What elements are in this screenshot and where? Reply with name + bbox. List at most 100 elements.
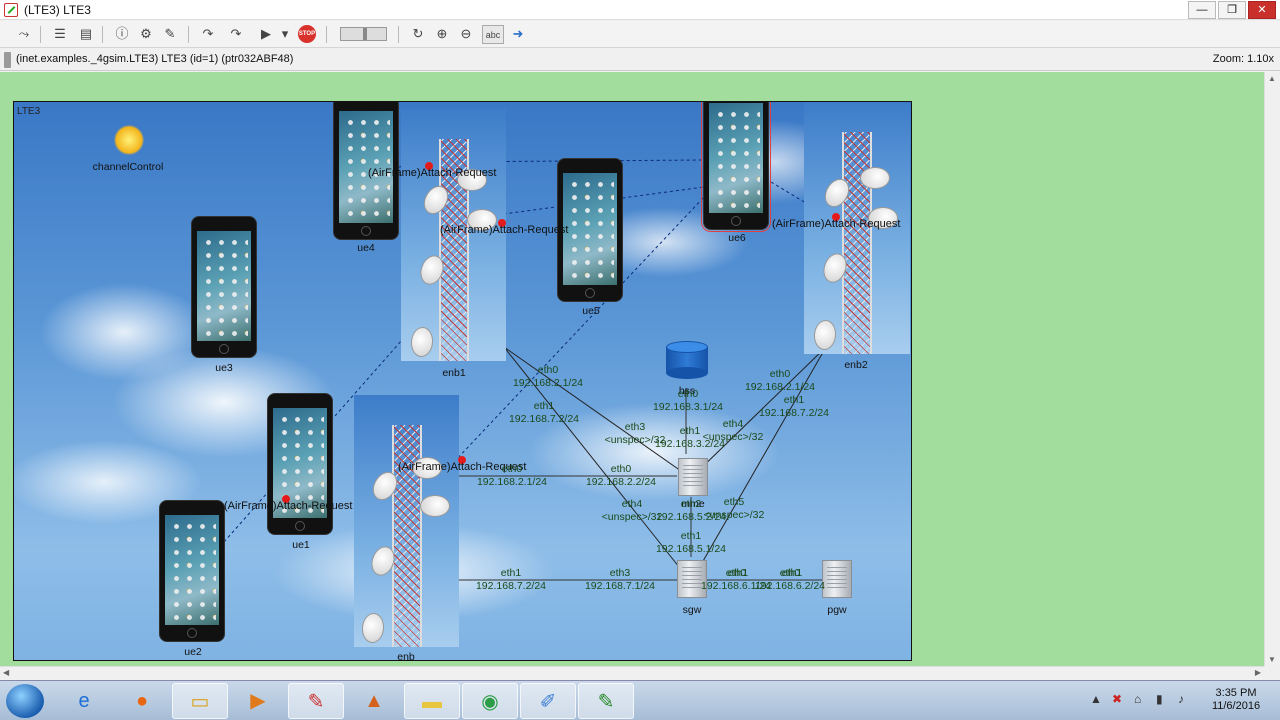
vertical-scrollbar[interactable]: ▲ ▼ bbox=[1264, 72, 1280, 666]
sgw-node[interactable] bbox=[677, 560, 707, 598]
network-module: LTE3 channelControl enb1 enb2 enb ue4 ue… bbox=[13, 101, 912, 661]
link-label: eth0 bbox=[769, 368, 791, 380]
link-label: eth1 bbox=[781, 567, 803, 579]
media-icon[interactable]: ▶ bbox=[230, 683, 286, 719]
window-title: (LTE3) LTE3 bbox=[24, 3, 91, 17]
ue6-label: ue6 bbox=[728, 232, 746, 244]
network-canvas[interactable]: LTE3 channelControl enb1 enb2 enb ue4 ue… bbox=[0, 72, 1264, 666]
link-label: eth4 bbox=[621, 498, 643, 510]
link-label: 192.168.3.1/24 bbox=[652, 401, 724, 413]
signal-icon[interactable]: ▮ bbox=[1156, 692, 1163, 706]
airframe-label: (AirFrame)Attach-Request bbox=[440, 224, 569, 236]
ue4-label: ue4 bbox=[357, 242, 375, 254]
airframe-label: (AirFrame)Attach-Request bbox=[368, 167, 497, 179]
ue1-node[interactable] bbox=[267, 393, 333, 535]
link-label: 192.168.2.2/24 bbox=[585, 476, 657, 488]
ue6-node[interactable] bbox=[701, 102, 771, 232]
speed-slider[interactable] bbox=[340, 27, 387, 41]
chrome-icon[interactable]: ◉ bbox=[462, 683, 518, 719]
paint-icon[interactable]: ✐ bbox=[520, 683, 576, 719]
start-button[interactable] bbox=[6, 684, 44, 718]
link-label: 192.168.2.1/24 bbox=[744, 381, 816, 393]
link-label: eth0 bbox=[537, 364, 559, 376]
clock-time: 3:35 PM bbox=[1215, 687, 1257, 699]
tkenv-icon[interactable]: ✎ bbox=[578, 683, 634, 719]
pgw-label: pgw bbox=[827, 604, 847, 616]
ue1-label: ue1 bbox=[292, 539, 310, 551]
label-toggle-icon[interactable]: abc bbox=[482, 25, 504, 44]
channelcontrol-label: channelControl bbox=[92, 161, 164, 173]
ie-icon[interactable]: e bbox=[56, 683, 112, 719]
settings-icon[interactable]: ⚙ bbox=[136, 25, 156, 44]
network-icon[interactable]: ⌂ bbox=[1134, 692, 1141, 706]
link-label: 192.168.2.1/24 bbox=[476, 476, 548, 488]
link-label: <unspec>/32 bbox=[703, 509, 765, 521]
close-button[interactable]: ✕ bbox=[1248, 1, 1276, 19]
link-label: eth5 bbox=[723, 496, 745, 508]
link-label: eth4 bbox=[722, 418, 744, 430]
link-label: eth1 bbox=[500, 567, 522, 579]
mme-node[interactable] bbox=[678, 458, 708, 496]
link-label: <unspec>/32 bbox=[601, 511, 663, 523]
module-path: (inet.examples._4gsim.LTE3) LTE3 (id=1) … bbox=[16, 53, 294, 65]
step-icon[interactable]: ↷ bbox=[198, 25, 218, 44]
stop-icon[interactable]: STOP bbox=[298, 25, 316, 43]
sgw-label: sgw bbox=[682, 604, 702, 616]
hss-node[interactable] bbox=[666, 341, 708, 379]
airframe-label: (AirFrame)Attach-Request bbox=[224, 500, 353, 512]
link-label: eth1 bbox=[533, 400, 555, 412]
link-label: 192.168.7.2/24 bbox=[758, 407, 830, 419]
minimize-button[interactable]: — bbox=[1188, 1, 1216, 19]
link-label: eth3 bbox=[609, 567, 631, 579]
list-icon[interactable]: ☰ bbox=[50, 25, 70, 44]
app-icon bbox=[4, 3, 18, 17]
link-label: <unspec>/32 bbox=[702, 431, 764, 443]
link-label: eth2 bbox=[680, 498, 702, 510]
dropdown-icon[interactable]: ▾ bbox=[280, 25, 290, 44]
rebuild-icon[interactable]: ⤳ bbox=[14, 25, 34, 44]
pgw-node[interactable] bbox=[822, 560, 852, 598]
grip-handle[interactable] bbox=[4, 52, 11, 68]
enb-node[interactable] bbox=[354, 395, 459, 647]
link-label: eth1 bbox=[783, 394, 805, 406]
link-label: eth0 bbox=[501, 463, 523, 475]
maximize-button[interactable]: ❐ bbox=[1218, 1, 1246, 19]
sun-icon[interactable] bbox=[114, 125, 144, 155]
ue3-node[interactable] bbox=[191, 216, 257, 358]
volume-icon[interactable]: ♪ bbox=[1178, 692, 1184, 706]
zoom-out-icon[interactable]: ⊖ bbox=[456, 25, 476, 44]
link-label: eth0 bbox=[610, 463, 632, 475]
omnetpp-icon[interactable]: ✎ bbox=[288, 683, 344, 719]
link-label: 192.168.2.1/24 bbox=[512, 377, 584, 389]
toolbar: ⤳ ☰ ▤ ⓘ ⚙ ✎ ↷ ↷ ▶ ▾ STOP ↻ ⊕ ⊖ abc ➜ bbox=[0, 21, 1280, 48]
path-bar: (inet.examples._4gsim.LTE3) LTE3 (id=1) … bbox=[0, 49, 1280, 71]
enb1-label: enb1 bbox=[442, 367, 466, 379]
link-label: eth0 bbox=[677, 388, 699, 400]
tray-expand-icon[interactable]: ▲ bbox=[1090, 692, 1102, 706]
inspector-icon[interactable]: ▤ bbox=[76, 25, 96, 44]
horizontal-scrollbar[interactable]: ◀ ▶ bbox=[0, 666, 1264, 680]
explorer-icon[interactable]: ▭ bbox=[172, 683, 228, 719]
tools-icon[interactable]: ✎ bbox=[160, 25, 180, 44]
zoom-in-icon[interactable]: ⊕ bbox=[432, 25, 452, 44]
folder-icon[interactable]: ▬ bbox=[404, 683, 460, 719]
ue3-label: ue3 bbox=[215, 362, 233, 374]
flag-icon[interactable]: ✖ bbox=[1112, 692, 1122, 706]
ue2-node[interactable] bbox=[159, 500, 225, 642]
clock[interactable]: 3:35 PM 11/6/2016 bbox=[1196, 687, 1276, 713]
fast-run-icon[interactable]: ↷ bbox=[226, 25, 246, 44]
clock-date: 11/6/2016 bbox=[1211, 700, 1261, 712]
firefox-icon[interactable]: ● bbox=[114, 683, 170, 719]
info-icon[interactable]: ⓘ bbox=[112, 25, 132, 44]
refresh-icon[interactable]: ↻ bbox=[408, 25, 428, 44]
enb2-label: enb2 bbox=[844, 359, 868, 371]
ue5-label: ue5 bbox=[582, 305, 600, 317]
run-icon[interactable]: ▶ bbox=[256, 25, 276, 44]
enb-label: enb bbox=[397, 651, 415, 661]
link-label: 192.168.7.2/24 bbox=[508, 413, 580, 425]
arrow-icon[interactable]: ➜ bbox=[508, 25, 528, 44]
link-label: eth3 bbox=[624, 421, 646, 433]
matlab-icon[interactable]: ▲ bbox=[346, 683, 402, 719]
link-label: eth1 bbox=[679, 425, 701, 437]
ue2-label: ue2 bbox=[184, 646, 202, 658]
